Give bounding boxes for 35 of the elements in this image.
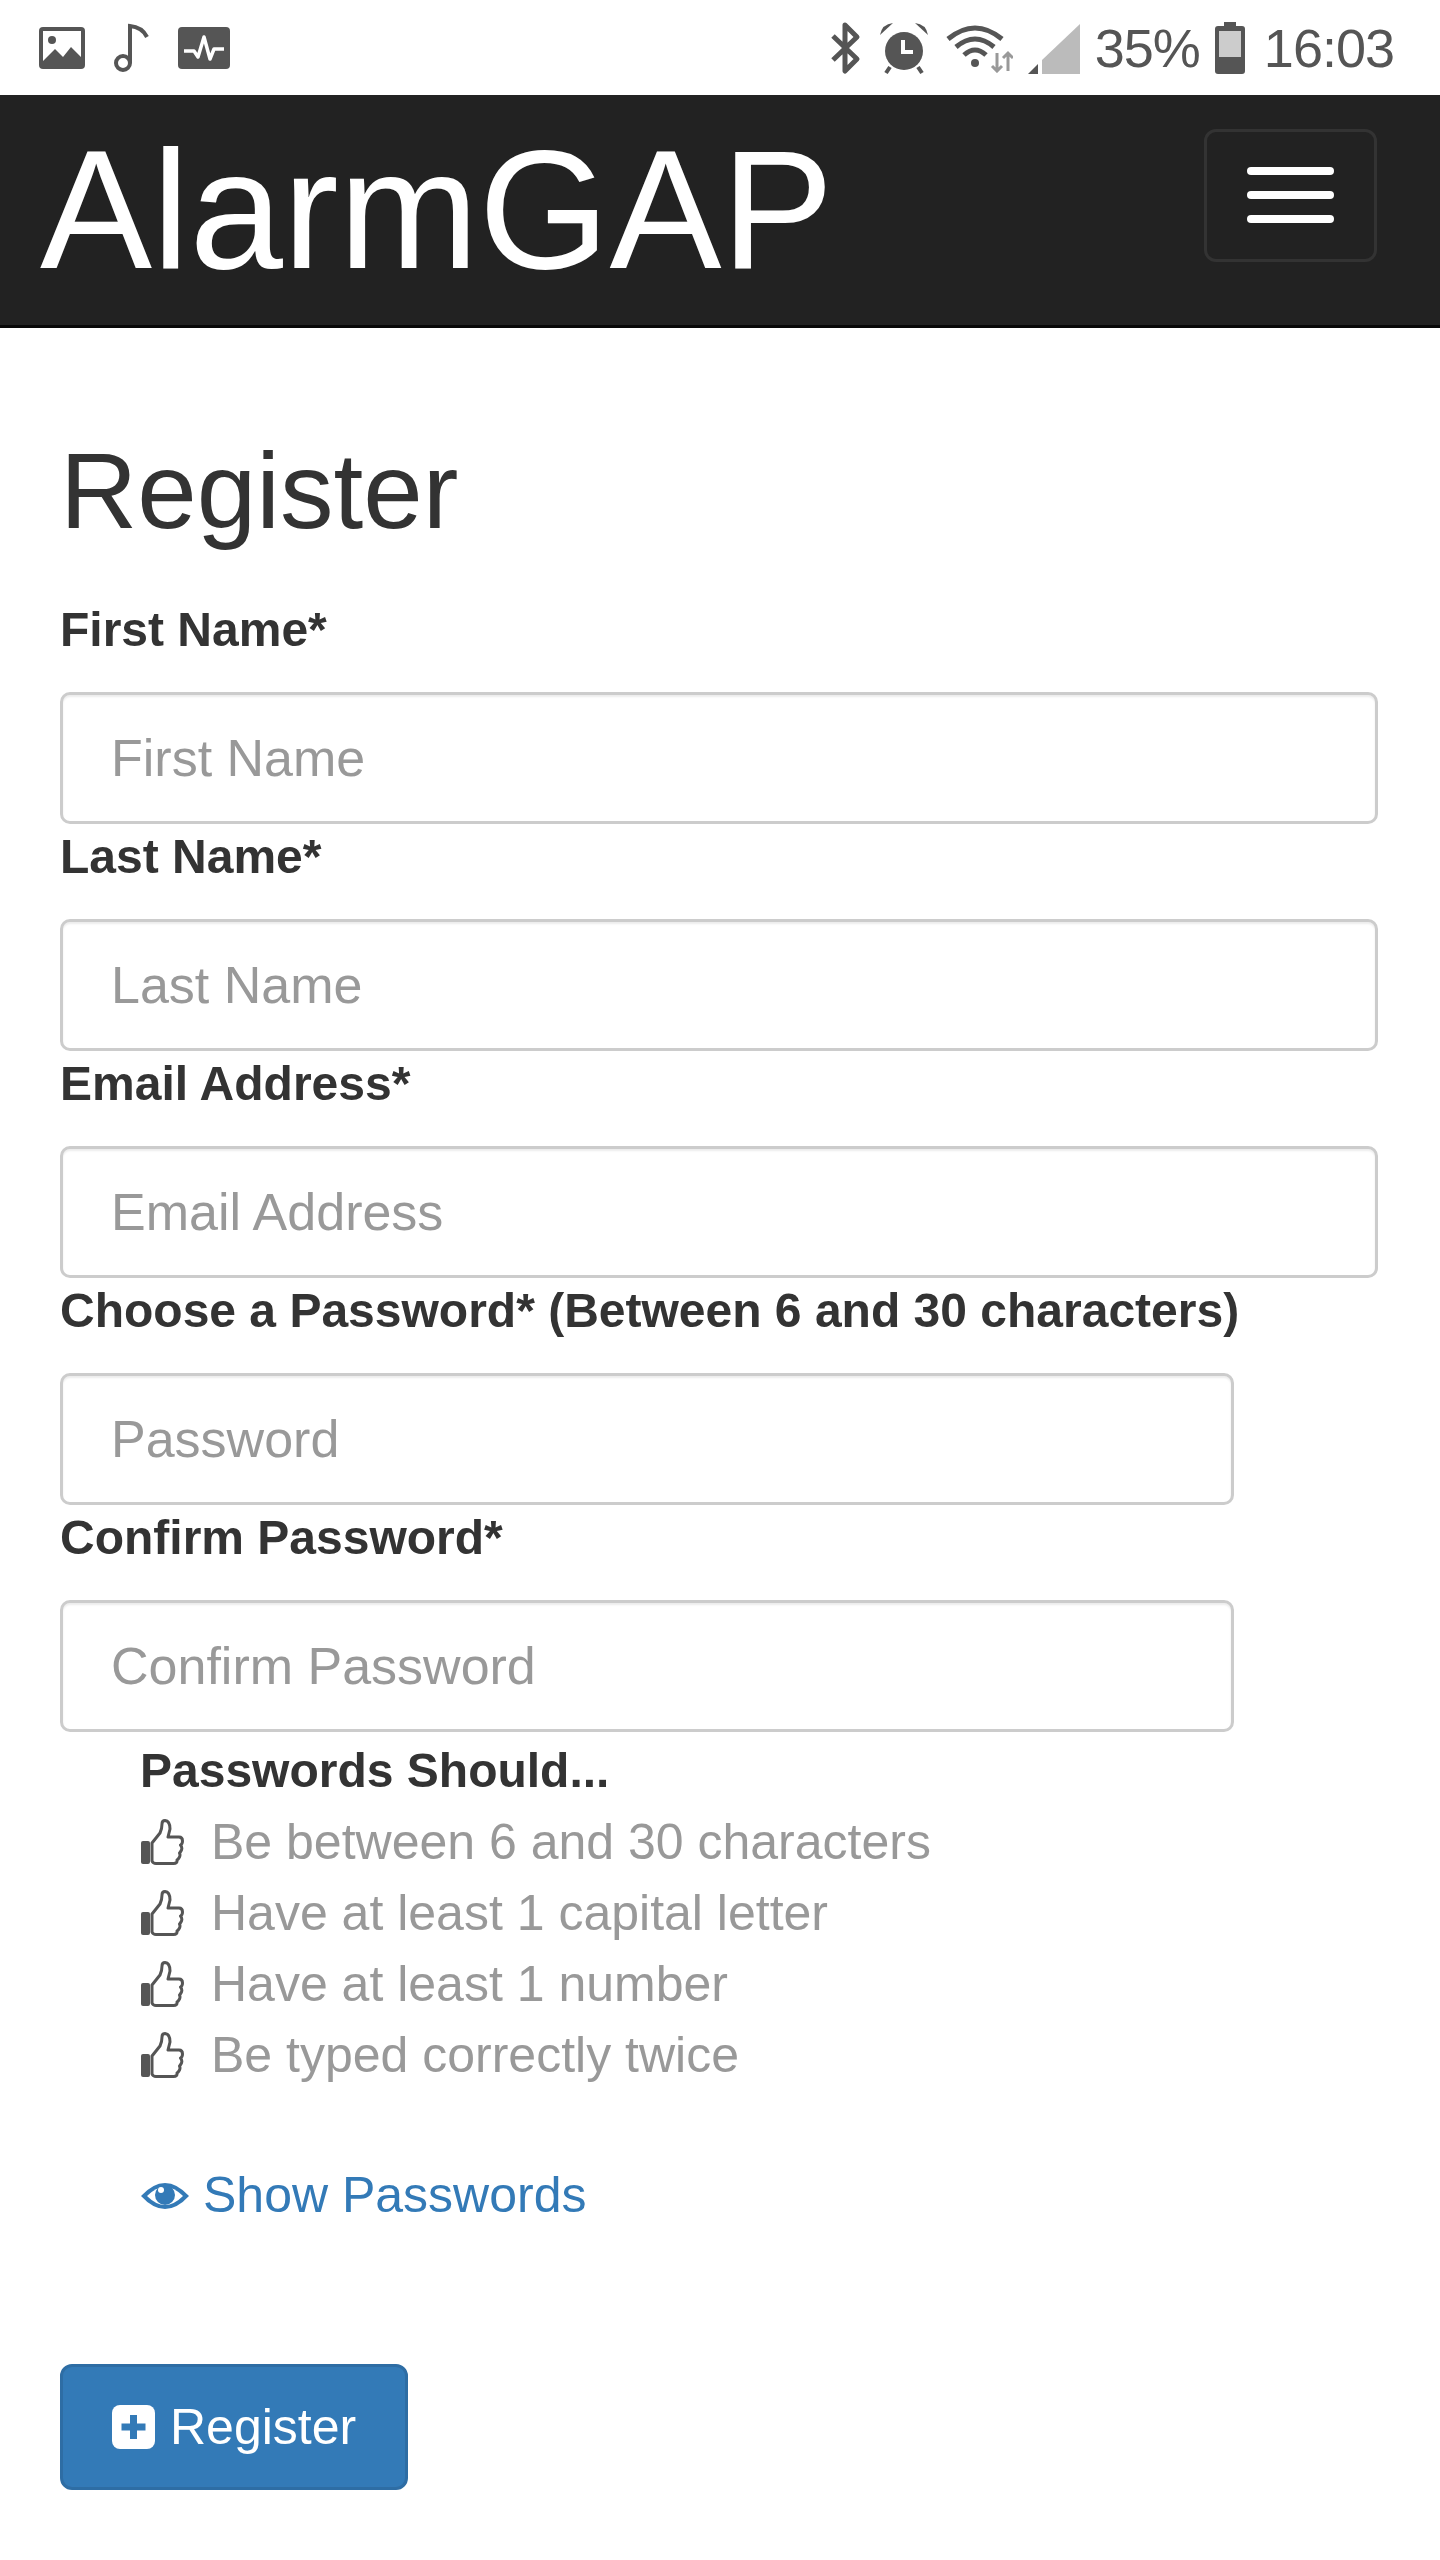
rules-heading: Passwords Should... xyxy=(140,1743,611,1799)
show-passwords-link[interactable]: Show Passwords xyxy=(140,2160,587,2231)
menu-icon xyxy=(1247,167,1334,223)
clock-time: 16:03 xyxy=(1263,20,1394,75)
alarm-clock-icon xyxy=(877,20,930,75)
rule-text: Be between 6 and 30 characters xyxy=(211,1812,931,1872)
field-label: First Name* xyxy=(60,602,328,658)
input-field[interactable]: First Name xyxy=(60,692,1378,824)
input-field[interactable]: Last Name xyxy=(60,919,1378,1051)
menu-button[interactable] xyxy=(1204,128,1377,262)
thumbs-up-icon xyxy=(140,1960,184,2007)
input-field[interactable]: Confirm Password xyxy=(60,1600,1234,1732)
plus-square-icon xyxy=(112,2405,155,2449)
field-label: Confirm Password* xyxy=(60,1510,504,1566)
thumbs-up-icon xyxy=(140,1818,184,1865)
register-button[interactable]: Register xyxy=(60,2364,409,2490)
image-icon xyxy=(39,26,85,69)
signal-icon xyxy=(1027,21,1080,74)
thumbs-up-icon xyxy=(140,1889,184,1936)
pulse-icon xyxy=(178,26,230,69)
battery-icon xyxy=(1214,21,1245,74)
rule-text: Be typed correctly twice xyxy=(211,2025,739,2085)
wifi-icon xyxy=(944,22,1013,73)
thumbs-up-icon xyxy=(140,2031,184,2078)
brand-title: AlarmGAP xyxy=(40,126,834,294)
music-note-icon xyxy=(113,23,150,72)
input-field[interactable]: Password xyxy=(60,1373,1234,1505)
page-title: Register xyxy=(60,432,460,550)
rule-text: Have at least 1 capital letter xyxy=(211,1883,828,1943)
rule-text: Have at least 1 number xyxy=(211,1954,728,2014)
input-field[interactable]: Email Address xyxy=(60,1146,1378,1278)
field-label: Last Name* xyxy=(60,829,323,885)
field-label: Email Address* xyxy=(60,1056,412,1112)
battery-percentage: 35% xyxy=(1094,20,1200,75)
field-label: Choose a Password* (Between 6 and 30 characters) xyxy=(60,1283,1241,1339)
